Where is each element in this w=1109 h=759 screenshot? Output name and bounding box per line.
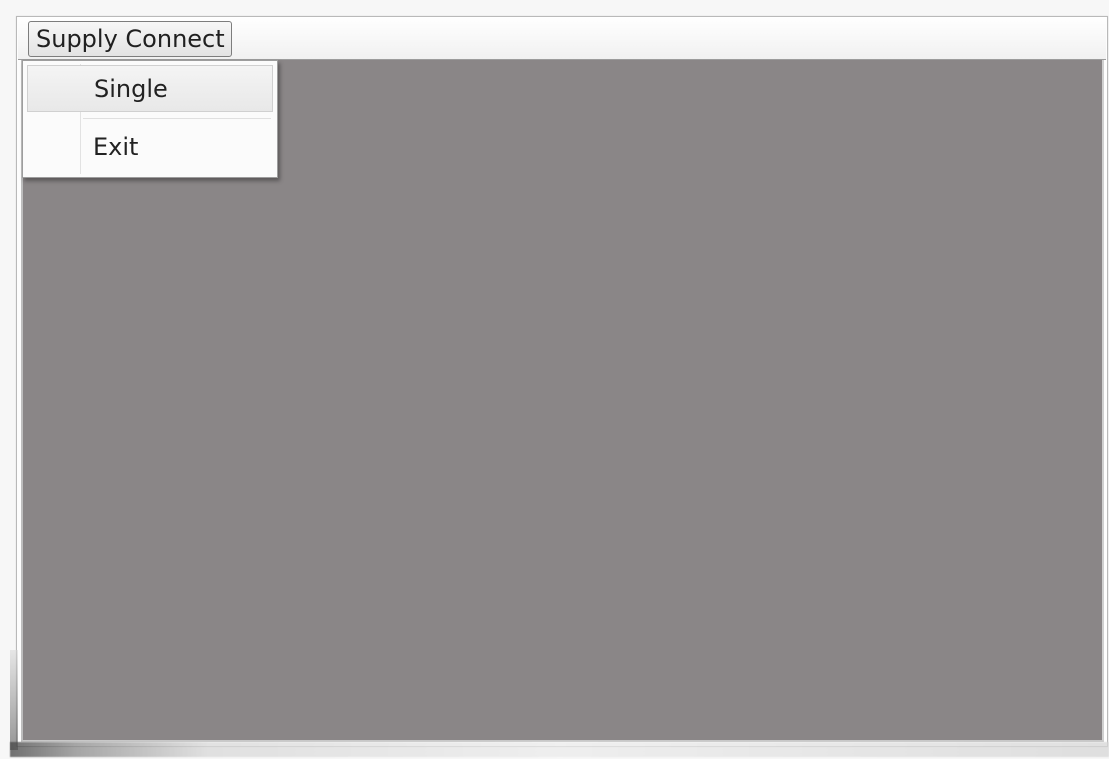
menu-item-single[interactable]: Single xyxy=(27,65,273,112)
supply-connect-dropdown: Single Exit xyxy=(22,60,278,178)
menu-item-exit[interactable]: Exit xyxy=(27,124,273,171)
window-left-shadow xyxy=(10,650,18,750)
menu-separator xyxy=(83,118,271,119)
window-bottom-shadow xyxy=(10,742,1109,757)
menu-supply-connect[interactable]: Supply Connect xyxy=(28,21,232,57)
application-window: Supply Connect Single Exit xyxy=(0,0,1109,759)
